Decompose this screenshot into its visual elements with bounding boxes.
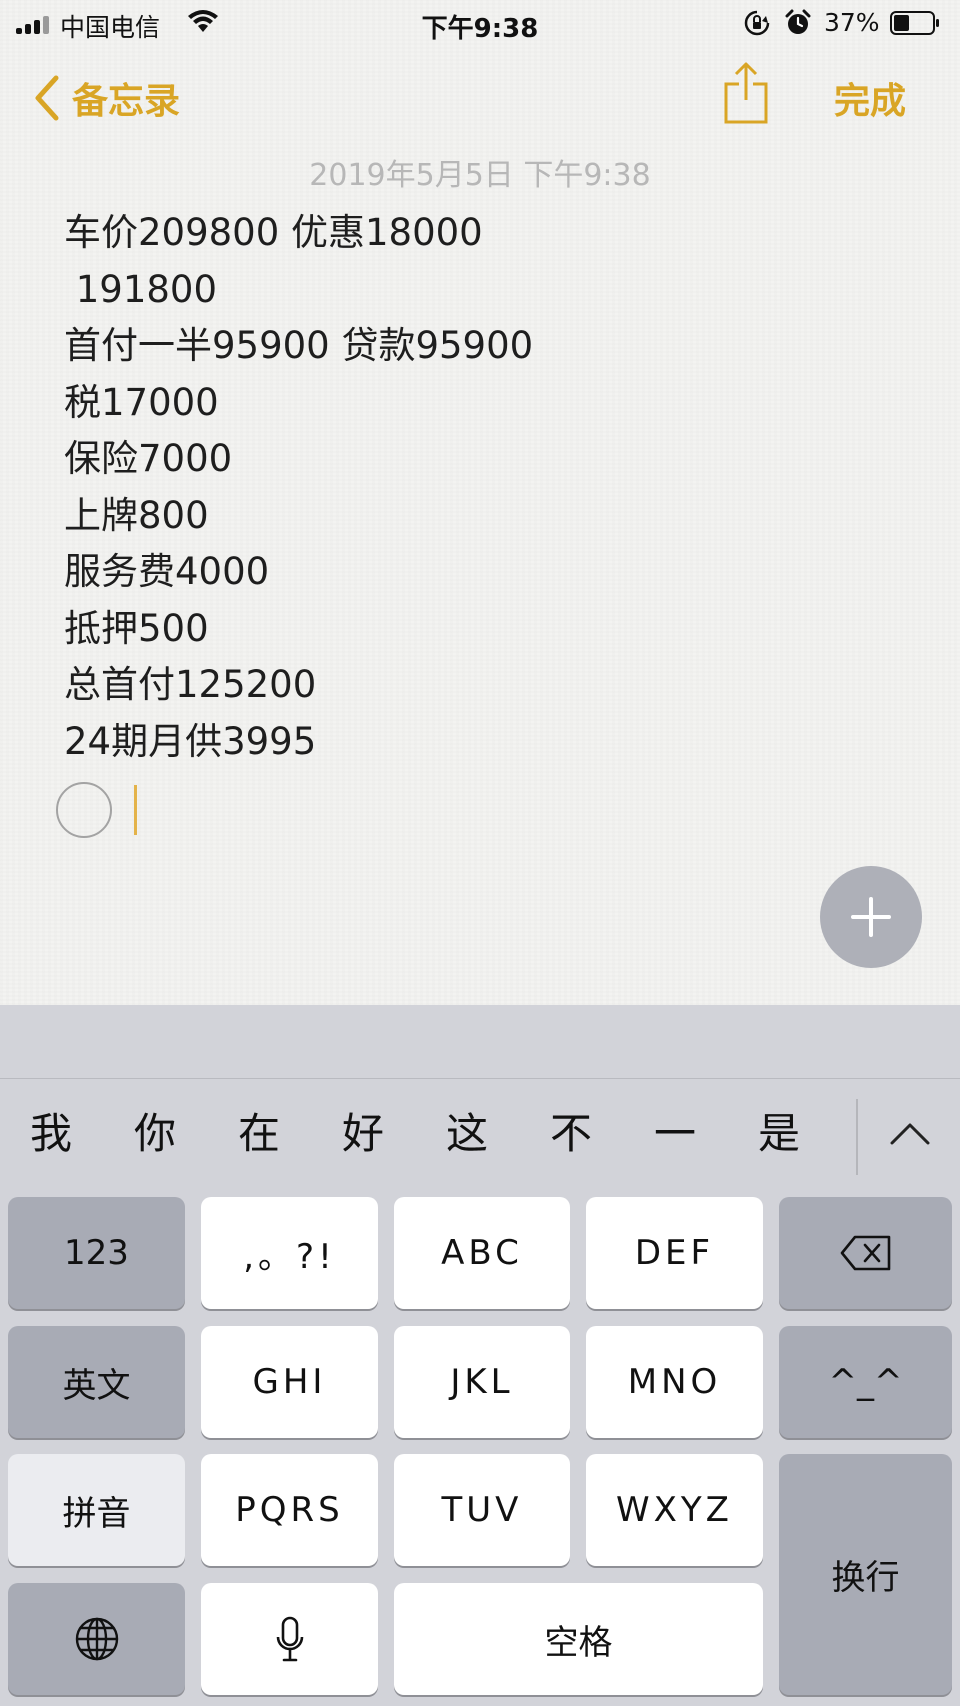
text-cursor	[134, 785, 137, 835]
back-button[interactable]: 备忘录	[32, 70, 180, 126]
status-bar: 中国电信 下午9:38 37%	[0, 0, 960, 48]
key-abc[interactable]: ABC	[394, 1197, 570, 1309]
status-time: 下午9:38	[421, 14, 539, 44]
candidate-word[interactable]: 不	[526, 1079, 616, 1189]
note-body[interactable]: 车价209800 优惠18000 191800 首付一半95900 贷款9590…	[64, 205, 533, 770]
battery-percentage: 37%	[824, 8, 880, 37]
battery-icon	[890, 11, 939, 35]
key-label: PQRS	[235, 1490, 344, 1530]
key-label: 空格	[544, 1622, 613, 1663]
checklist-circle-icon[interactable]	[56, 782, 112, 838]
key-123[interactable]: 123	[8, 1197, 185, 1309]
key-label: WXYZ	[616, 1490, 733, 1530]
candidate-word[interactable]: 好	[318, 1079, 408, 1189]
keyboard: 我 你 在 好 这 不 一 是 123 ,。?! ABC DEF 英文 GHI …	[0, 1005, 960, 1706]
key-label: 123	[64, 1233, 129, 1273]
candidate-word[interactable]: 在	[214, 1079, 304, 1189]
notes-screen: 中国电信 下午9:38 37% 备忘录 完成 2019年5月5日 下午9:38 …	[0, 0, 960, 1005]
key-label: ,。?!	[243, 1236, 336, 1277]
key-label: JKL	[450, 1362, 514, 1402]
key-english[interactable]: 英文	[8, 1326, 185, 1438]
plus-icon	[851, 897, 891, 937]
note-line: 总首付125200	[64, 663, 317, 706]
globe-key[interactable]	[8, 1583, 185, 1695]
key-ghi[interactable]: GHI	[201, 1326, 378, 1438]
key-wxyz[interactable]: WXYZ	[586, 1454, 763, 1566]
done-button[interactable]: 完成	[834, 72, 906, 124]
candidate-word[interactable]: 我	[6, 1079, 96, 1189]
back-button-label: 备忘录	[72, 81, 181, 122]
key-tuv[interactable]: TUV	[394, 1454, 570, 1566]
key-label: 英文	[62, 1365, 131, 1406]
key-label: 拼音	[62, 1493, 131, 1534]
key-pqrs[interactable]: PQRS	[201, 1454, 378, 1566]
note-line: 服务费4000	[64, 550, 270, 593]
note-line: 191800	[64, 267, 218, 311]
share-icon[interactable]	[722, 60, 770, 126]
chevron-left-icon	[35, 75, 59, 121]
keyboard-toolbar	[0, 1005, 960, 1079]
key-label: MNO	[627, 1362, 722, 1402]
key-pinyin[interactable]: 拼音	[8, 1454, 185, 1566]
space-key[interactable]: 空格	[394, 1583, 763, 1695]
key-def[interactable]: DEF	[586, 1197, 763, 1309]
note-date: 2019年5月5日 下午9:38	[309, 158, 651, 193]
note-line: 车价209800 优惠18000	[64, 211, 483, 254]
note-line: 首付一半95900 贷款95900	[64, 324, 534, 367]
key-label: ABC	[441, 1233, 523, 1273]
note-line: 抵押500	[64, 606, 209, 650]
backspace-icon	[840, 1235, 890, 1271]
globe-icon	[75, 1617, 118, 1661]
alarm-icon	[785, 9, 811, 34]
add-button[interactable]	[820, 866, 922, 968]
note-line: 税17000	[64, 380, 219, 424]
candidate-word[interactable]: 一	[630, 1079, 720, 1189]
candidate-word[interactable]: 是	[734, 1079, 824, 1189]
candidate-word[interactable]: 你	[110, 1079, 200, 1189]
key-emoticon[interactable]: ^_^	[779, 1326, 952, 1438]
key-label: 换行	[831, 1558, 900, 1598]
note-line: 24期月供3995	[64, 719, 317, 763]
candidate-divider	[856, 1099, 858, 1175]
dictation-key[interactable]	[201, 1583, 378, 1695]
microphone-icon	[276, 1616, 303, 1662]
key-mno[interactable]: MNO	[586, 1326, 763, 1438]
delete-key[interactable]	[779, 1197, 952, 1309]
key-label: GHI	[252, 1362, 327, 1402]
chevron-up-icon[interactable]	[880, 1107, 940, 1157]
note-line: 保险7000	[64, 437, 233, 480]
orientation-lock-icon	[744, 10, 770, 36]
key-label: TUV	[441, 1490, 523, 1530]
candidate-bar: 我 你 在 好 这 不 一 是	[0, 1079, 960, 1189]
key-punctuation[interactable]: ,。?!	[201, 1197, 378, 1309]
key-label: DEF	[634, 1233, 715, 1273]
key-label: ^_^	[828, 1362, 903, 1402]
key-jkl[interactable]: JKL	[394, 1326, 570, 1438]
return-key[interactable]: 换行	[779, 1454, 952, 1695]
candidate-word[interactable]: 这	[422, 1079, 512, 1189]
note-line: 上牌800	[64, 493, 209, 537]
